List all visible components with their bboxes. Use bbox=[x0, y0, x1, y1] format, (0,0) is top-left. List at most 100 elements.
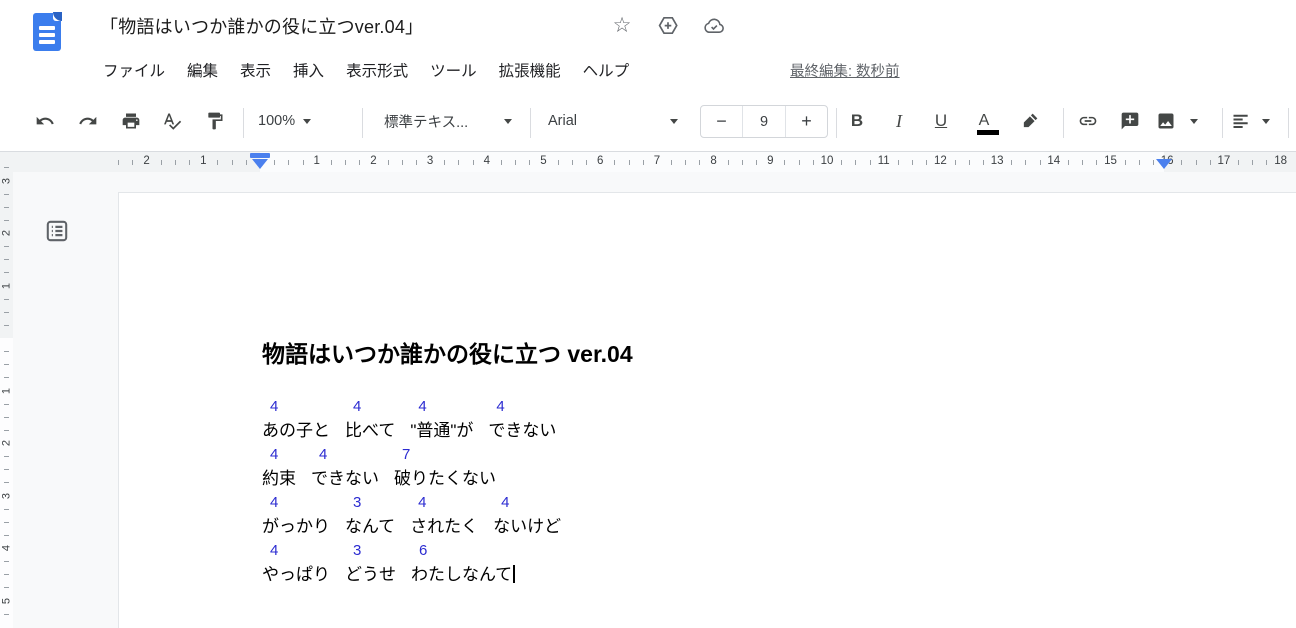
mora-count: 3 bbox=[345, 539, 396, 563]
ruler-number: 4 bbox=[1, 542, 13, 555]
ruler-tick bbox=[813, 160, 814, 165]
lyric-word: できない bbox=[311, 467, 379, 491]
mora-count: 6 bbox=[411, 539, 515, 563]
word-block: 6わたしなんて bbox=[411, 539, 515, 587]
ruler-tick bbox=[331, 160, 332, 165]
decrease-font-size-button[interactable]: − bbox=[701, 106, 742, 137]
ruler-tick bbox=[217, 160, 218, 165]
ruler-tick bbox=[4, 194, 9, 195]
ruler-tick bbox=[784, 160, 785, 165]
ruler-number: 9 bbox=[767, 155, 773, 167]
ruler-tick bbox=[303, 160, 304, 165]
italic-button[interactable]: I bbox=[881, 103, 917, 139]
ruler-tick bbox=[870, 160, 871, 165]
word-block: 4やっぱり bbox=[262, 539, 330, 587]
left-indent-marker[interactable] bbox=[252, 159, 268, 169]
app-header: 「物語はいつか誰かの役に立つver.04」 ☆ ファイル編集表示挿入表示形式ツー… bbox=[0, 0, 1296, 95]
increase-font-size-button[interactable]: + bbox=[786, 106, 827, 137]
docs-logo-line bbox=[39, 40, 55, 44]
menu-item-edit[interactable]: 編集 bbox=[176, 55, 229, 85]
insert-link-button[interactable] bbox=[1070, 103, 1106, 139]
docs-logo-icon[interactable] bbox=[33, 13, 61, 51]
ruler-tick bbox=[4, 325, 9, 326]
insert-image-dropdown[interactable] bbox=[1184, 103, 1204, 139]
font-select[interactable]: Arial bbox=[542, 103, 684, 139]
mora-count: 7 bbox=[394, 443, 496, 467]
menu-item-help[interactable]: ヘルプ bbox=[572, 55, 641, 85]
document-outline-button[interactable] bbox=[42, 216, 72, 246]
paint-format-button[interactable] bbox=[197, 103, 233, 139]
ruler-tick bbox=[1238, 160, 1239, 165]
align-left-icon bbox=[1231, 111, 1251, 131]
ruler-tick bbox=[189, 160, 190, 165]
docs-logo-fold bbox=[53, 12, 62, 21]
ruler-tick bbox=[1210, 160, 1211, 165]
ruler-number: 2 bbox=[370, 155, 376, 167]
zoom-value: 100% bbox=[258, 113, 295, 129]
ruler-tick bbox=[515, 160, 516, 165]
ruler-tick bbox=[898, 160, 899, 165]
ruler-tick bbox=[841, 160, 842, 165]
insert-image-button[interactable] bbox=[1151, 103, 1181, 139]
add-comment-button[interactable] bbox=[1112, 103, 1148, 139]
underline-button[interactable]: U bbox=[923, 103, 959, 139]
ruler-tick bbox=[4, 469, 9, 470]
word-block: 4あの子と bbox=[262, 395, 330, 443]
menu-item-tools[interactable]: ツール bbox=[419, 55, 488, 85]
ruler-tick bbox=[1181, 160, 1182, 165]
menu-item-file[interactable]: ファイル bbox=[92, 55, 176, 85]
ruler-tick bbox=[643, 160, 644, 165]
menu-item-view[interactable]: 表示 bbox=[229, 55, 282, 85]
spellcheck-button[interactable] bbox=[154, 103, 190, 139]
zoom-select[interactable]: 100% bbox=[252, 103, 317, 139]
ruler-tick bbox=[4, 207, 9, 208]
star-icon[interactable]: ☆ bbox=[610, 14, 634, 38]
highlight-color-button[interactable] bbox=[1012, 103, 1048, 139]
ruler-tick bbox=[799, 160, 800, 165]
document-title-input[interactable]: 「物語はいつか誰かの役に立つver.04」 bbox=[100, 13, 423, 39]
bold-button[interactable]: B bbox=[839, 103, 875, 139]
lyric-word: あの子と bbox=[262, 419, 330, 443]
menu-item-insert[interactable]: 挿入 bbox=[282, 55, 335, 85]
ruler-tick bbox=[4, 509, 9, 510]
ruler-tick bbox=[4, 587, 9, 588]
chevron-down-icon bbox=[504, 119, 512, 124]
mora-count: 4 bbox=[262, 395, 330, 419]
ruler-number: 2 bbox=[1, 227, 13, 240]
text-color-button[interactable]: A bbox=[966, 103, 1002, 139]
right-indent-marker[interactable] bbox=[1156, 159, 1172, 169]
font-size-value[interactable]: 9 bbox=[742, 106, 786, 137]
align-dropdown[interactable] bbox=[1256, 103, 1276, 139]
ruler-tick bbox=[1096, 160, 1097, 165]
ruler-number: 3 bbox=[1, 174, 13, 187]
paint-format-icon bbox=[205, 111, 225, 131]
ruler-tick bbox=[444, 160, 445, 165]
paragraph-style-select[interactable]: 標準テキス... bbox=[378, 103, 518, 139]
ruler-tick bbox=[4, 614, 9, 615]
ruler-number: 2 bbox=[1, 437, 13, 450]
ruler-number: 13 bbox=[991, 155, 1004, 167]
first-line-indent-marker[interactable] bbox=[250, 153, 270, 158]
align-button[interactable] bbox=[1226, 103, 1256, 139]
horizontal-ruler: 21123456789101112131415161718 bbox=[0, 152, 1296, 172]
print-icon bbox=[121, 111, 141, 131]
ruler-tick bbox=[671, 160, 672, 165]
page[interactable]: 物語はいつか誰かの役に立つ ver.04 4あの子と4比べて4"普通"が4できな… bbox=[118, 192, 1296, 628]
last-edit-link[interactable]: 最終編集: 数秒前 bbox=[790, 60, 900, 81]
undo-button[interactable] bbox=[27, 103, 63, 139]
cloud-saved-icon[interactable] bbox=[702, 14, 726, 38]
ruler-tick bbox=[4, 299, 9, 300]
lyric-line: 4やっぱり3どうせ6わたしなんて bbox=[262, 539, 633, 587]
menu-item-format[interactable]: 表示形式 bbox=[335, 55, 419, 85]
lyric-line: 4あの子と4比べて4"普通"が4できない bbox=[262, 395, 633, 443]
lyrics-block: 4あの子と4比べて4"普通"が4できない4約束4できない7破りたくない4がっかり… bbox=[262, 395, 633, 587]
ruler-tick bbox=[4, 430, 9, 431]
lyric-word: "普通"が bbox=[410, 419, 473, 443]
menu-item-extensions[interactable]: 拡張機能 bbox=[488, 55, 572, 85]
ruler-number: 5 bbox=[1, 594, 13, 607]
redo-button[interactable] bbox=[70, 103, 106, 139]
print-button[interactable] bbox=[113, 103, 149, 139]
ruler-tick bbox=[4, 351, 9, 352]
drive-shortcut-icon[interactable] bbox=[656, 14, 680, 38]
chevron-down-icon bbox=[303, 119, 311, 124]
